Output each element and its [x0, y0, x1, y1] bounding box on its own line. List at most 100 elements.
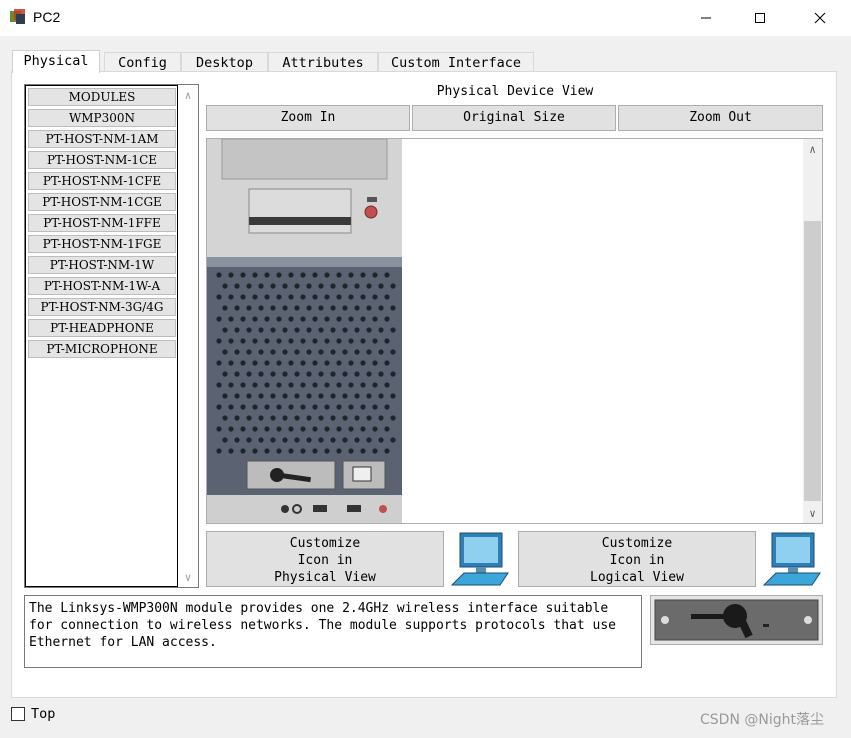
tab-desktop[interactable]: Desktop	[181, 52, 268, 73]
maximize-icon	[755, 13, 765, 23]
grille-hole	[264, 448, 270, 454]
tab-custom-interface[interactable]: Custom Interface	[378, 52, 534, 73]
grille-hole	[384, 294, 390, 300]
grille-hole	[234, 283, 240, 289]
module-item[interactable]: PT-HOST-NM-1CGE	[28, 193, 176, 211]
grille-hole	[390, 415, 396, 421]
module-item[interactable]: PT-HOST-NM-1W	[28, 256, 176, 274]
grille-hole	[354, 283, 360, 289]
grille-hole	[318, 283, 324, 289]
grille-hole	[216, 382, 222, 388]
module-item[interactable]: PT-HOST-NM-1CFE	[28, 172, 176, 190]
module-item-header[interactable]: MODULES	[28, 88, 176, 106]
scroll-down-icon[interactable]: ∨	[178, 567, 198, 587]
scroll-down-icon[interactable]: ∨	[803, 503, 822, 523]
grille-hole	[348, 360, 354, 366]
grille-hole	[378, 305, 384, 311]
module-item[interactable]: PT-HEADPHONE	[28, 319, 176, 337]
grille-hole	[330, 415, 336, 421]
original-size-button[interactable]: Original Size	[412, 105, 616, 131]
grille-hole	[342, 305, 348, 311]
grille-hole	[342, 437, 348, 443]
grille-hole	[336, 316, 342, 322]
grille-hole	[354, 349, 360, 355]
module-item[interactable]: PT-HOST-NM-1CE	[28, 151, 176, 169]
grille-hole	[384, 360, 390, 366]
module-item[interactable]: WMP300N	[28, 109, 176, 127]
close-button[interactable]	[797, 0, 843, 36]
module-item[interactable]: PT-HOST-NM-3G/4G	[28, 298, 176, 316]
customize-physical-icon-button[interactable]: Customize Icon in Physical View	[206, 531, 444, 587]
module-item[interactable]: PT-HOST-NM-1AM	[28, 130, 176, 148]
grille-hole	[246, 371, 252, 377]
customize-logical-icon-button[interactable]: Customize Icon in Logical View	[518, 531, 756, 587]
grille-hole	[318, 305, 324, 311]
grille-hole	[312, 360, 318, 366]
grille-hole	[378, 349, 384, 355]
grille-hole	[366, 415, 372, 421]
grille-hole	[390, 283, 396, 289]
grille-hole	[246, 327, 252, 333]
modules-scrollbar[interactable]: ∧ ∨	[178, 85, 198, 587]
scroll-up-icon[interactable]: ∧	[803, 139, 822, 159]
top-checkbox[interactable]	[11, 707, 25, 721]
grille-hole	[306, 415, 312, 421]
module-item[interactable]: PT-HOST-NM-1FGE	[28, 235, 176, 253]
grille-hole	[228, 382, 234, 388]
grille-hole	[330, 327, 336, 333]
tab-physical[interactable]: Physical	[12, 50, 100, 73]
grille-hole	[366, 349, 372, 355]
grille-hole	[336, 338, 342, 344]
physical-panel: MODULES WMP300N PT-HOST-NM-1AM PT-HOST-N…	[11, 71, 837, 698]
grille-hole	[318, 327, 324, 333]
scroll-up-icon[interactable]: ∧	[178, 85, 198, 105]
zoom-out-button[interactable]: Zoom Out	[618, 105, 823, 131]
grille-hole	[294, 327, 300, 333]
grille-hole	[234, 393, 240, 399]
grille-hole	[234, 305, 240, 311]
pc-monitor-icon	[450, 532, 509, 586]
module-item[interactable]: PT-HOST-NM-1W-A	[28, 277, 176, 295]
grille-hole	[312, 338, 318, 344]
module-item[interactable]: PT-HOST-NM-1FFE	[28, 214, 176, 232]
device-view-scrollbar[interactable]: ∧ ∨	[803, 139, 822, 523]
grille-hole	[216, 426, 222, 432]
grille-hole	[324, 382, 330, 388]
grille-hole	[216, 404, 222, 410]
close-icon	[814, 12, 826, 24]
grille-hole	[240, 382, 246, 388]
device-view-canvas[interactable]: ∧ ∨	[206, 138, 823, 524]
grille-hole	[216, 338, 222, 344]
grille-hole	[282, 393, 288, 399]
grille-hole	[216, 448, 222, 454]
grille-hole	[276, 382, 282, 388]
module-item[interactable]: PT-MICROPHONE	[28, 340, 176, 358]
grille-hole	[318, 393, 324, 399]
grille-hole	[270, 437, 276, 443]
grille-hole	[300, 294, 306, 300]
tab-config[interactable]: Config	[104, 52, 181, 73]
grille-hole	[288, 404, 294, 410]
maximize-button[interactable]	[737, 0, 783, 36]
grille-hole	[360, 316, 366, 322]
grille-hole	[276, 272, 282, 278]
grille-hole	[342, 283, 348, 289]
grille-hole	[336, 448, 342, 454]
scroll-thumb[interactable]	[804, 221, 821, 501]
grille-hole	[234, 327, 240, 333]
minimize-button[interactable]	[683, 0, 729, 36]
top-checkbox-label: Top	[31, 706, 56, 722]
grille-hole	[372, 316, 378, 322]
zoom-in-button[interactable]: Zoom In	[206, 105, 410, 131]
grille-hole	[294, 393, 300, 399]
tab-attributes[interactable]: Attributes	[268, 52, 378, 73]
grille-hole	[360, 338, 366, 344]
grille-hole	[258, 349, 264, 355]
grille-hole	[240, 404, 246, 410]
grille-hole	[246, 393, 252, 399]
grille-hole	[294, 283, 300, 289]
grille-hole	[264, 404, 270, 410]
grille-hole	[336, 272, 342, 278]
grille-hole	[246, 437, 252, 443]
grille-hole	[360, 426, 366, 432]
